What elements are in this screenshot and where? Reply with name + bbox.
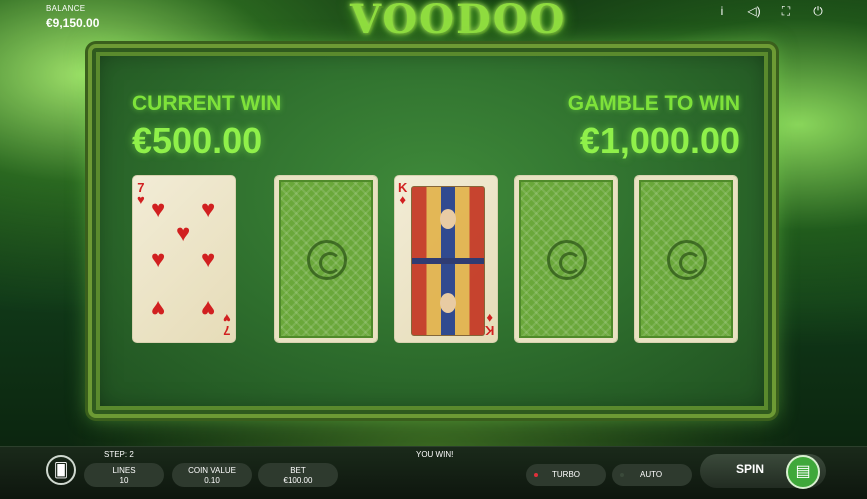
king-face: [440, 293, 456, 313]
pick-card-2[interactable]: K ♦ K ♦: [394, 175, 498, 343]
card-back-emblem-icon: [667, 240, 707, 280]
card-back-emblem-icon: [547, 240, 587, 280]
auto-toggle[interactable]: AUTO: [612, 464, 692, 486]
cash-stack-icon[interactable]: ▤: [786, 455, 820, 489]
gamble-to-win-value: €1,000.00: [579, 120, 740, 161]
bet-label: BET: [290, 466, 306, 475]
power-icon[interactable]: ⏻: [811, 4, 825, 18]
heart-pip: ♥: [151, 196, 166, 223]
balance-label: BALANCE: [46, 4, 86, 13]
turbo-toggle[interactable]: TURBO: [526, 464, 606, 486]
coin-value-label: COIN VALUE: [188, 466, 236, 475]
status-message: YOU WIN!: [416, 450, 454, 459]
game-logo: VOODOO: [350, 0, 567, 43]
sound-icon[interactable]: ◁): [747, 4, 761, 18]
lines-control[interactable]: LINES 10: [84, 463, 164, 487]
pick-card-1[interactable]: [274, 175, 378, 343]
heart-pip: ♥: [201, 295, 216, 322]
lines-value: 10: [119, 476, 129, 485]
current-win-label: CURRENT WIN: [132, 92, 282, 115]
current-win-value: €500.00: [132, 120, 263, 161]
auto-label: AUTO: [640, 470, 663, 479]
card-back-emblem-icon: [307, 240, 347, 280]
gamble-board: CURRENT WIN €500.00 GAMBLE TO WIN €1,000…: [88, 44, 776, 418]
info-icon[interactable]: i: [715, 4, 729, 18]
gamble-cards-icon[interactable]: 🂠: [46, 455, 76, 485]
heart-pip: ♥: [151, 295, 166, 322]
coin-value-control[interactable]: COIN VALUE 0.10: [172, 463, 252, 487]
heart-pip: ♥: [201, 246, 216, 273]
heart-pip: ♥: [176, 220, 191, 247]
top-icons: i ◁) ⛶ ⏻: [715, 4, 825, 18]
card-rank-bottom: 7 ♥: [223, 311, 231, 338]
heart-pip: ♥: [151, 246, 166, 273]
turbo-indicator-dot: [534, 473, 538, 477]
lines-label: LINES: [112, 466, 136, 475]
heart-pip: ♥: [201, 196, 216, 223]
bet-control[interactable]: BET €100.00: [258, 463, 338, 487]
balance-value: €9,150.00: [46, 16, 100, 30]
card-rank: K ♦: [398, 180, 408, 207]
auto-indicator-dot: [620, 473, 624, 477]
gamble-to-win-label: GAMBLE TO WIN: [567, 92, 740, 115]
dealer-card: 7 ♥ 7 ♥ ♥ ♥ ♥ ♥ ♥ ♥ ♥: [132, 175, 236, 343]
top-bar: BALANCE €9,150.00 VOODOO i ◁) ⛶ ⏻: [0, 0, 867, 43]
fullscreen-icon[interactable]: ⛶: [779, 4, 793, 18]
step-counter: STEP: 2: [104, 450, 134, 459]
turbo-label: TURBO: [552, 470, 580, 479]
coin-value-value: 0.10: [204, 476, 220, 485]
pick-card-3[interactable]: [514, 175, 618, 343]
pick-card-4[interactable]: [634, 175, 738, 343]
king-face: [440, 209, 456, 229]
bet-value: €100.00: [283, 476, 313, 485]
card-rank-bottom: K ♦: [484, 311, 494, 338]
king-portrait: [411, 186, 485, 336]
card-rank: 7 ♥: [137, 180, 145, 207]
